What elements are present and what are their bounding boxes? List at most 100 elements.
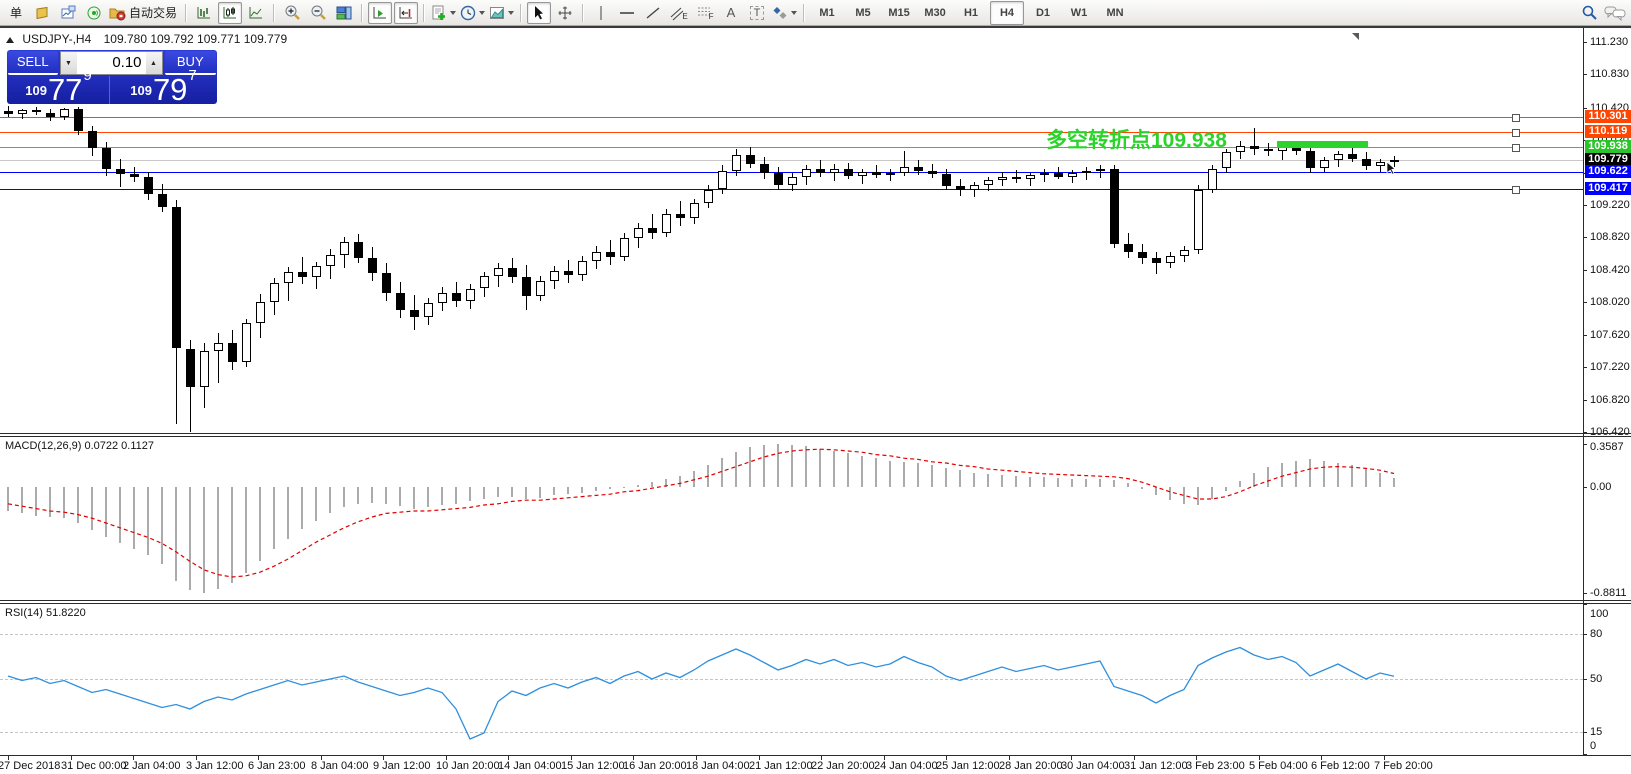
periods-dropdown-caret[interactable] [479,11,485,15]
notes-button[interactable] [30,2,54,24]
arrows-tool-button[interactable] [771,2,798,24]
indicators-dropdown-caret[interactable] [450,11,456,15]
tile-windows-button[interactable] [332,2,356,24]
sell-price[interactable]: 109 77 9 [8,76,110,104]
candle-body [956,186,965,190]
bar-chart-mode-button[interactable] [192,2,216,24]
templates-dropdown-caret[interactable] [508,11,514,15]
auto-scroll-button[interactable] [368,2,392,24]
price-level-line[interactable] [0,117,1583,118]
timeframe-h1-button[interactable]: H1 [954,1,988,25]
text-label-tool-button[interactable]: T [745,2,769,24]
text-tool-button[interactable]: A [719,2,743,24]
chart-shift-marker[interactable] [1352,33,1359,40]
line-handle[interactable] [1512,144,1520,152]
candle-body [1264,149,1273,151]
chat-button[interactable] [1603,2,1627,24]
equidistant-channel-tool-button[interactable]: E [667,2,691,24]
price-level-tag: 109.938 [1585,140,1631,153]
chart-annotation-text[interactable]: 多空转折点109.938 [1046,124,1227,154]
timeframe-m30-button[interactable]: M30 [918,1,952,25]
new-order-label: 单 [10,4,22,21]
macd-label: MACD(12,26,9) 0.0722 0.1127 [5,440,154,452]
candle-body [844,169,853,176]
timeframe-m1-button[interactable]: M1 [810,1,844,25]
time-tick-label: 6 Jan 23:00 [248,760,306,772]
toolbar-separator [361,4,363,22]
toolbar-separator [803,4,805,22]
candle-body [620,238,629,257]
new-order-button[interactable]: 单 [4,2,28,24]
highlight-rectangle[interactable] [1277,141,1368,148]
chart-shift-button[interactable] [394,2,418,24]
fibonacci-tool-button[interactable]: F [693,2,717,24]
timeframe-m15-button[interactable]: M15 [882,1,916,25]
horizontal-line-tool-button[interactable] [615,2,639,24]
price-level-line[interactable] [0,160,1583,161]
panel-separator[interactable] [0,433,1631,434]
timeframe-w1-button[interactable]: W1 [1062,1,1096,25]
rsi-line [0,604,1583,755]
volume-decrease-button[interactable]: ▼ [61,52,77,74]
volume-increase-button[interactable]: ▲ [146,52,162,74]
candle-body [1054,173,1063,177]
candle-body [312,266,321,277]
candle-body [102,148,111,169]
candle-body [1194,190,1203,250]
candle-body [984,180,993,185]
trendline-tool-button[interactable] [641,2,665,24]
timeframe-mn-button[interactable]: MN [1098,1,1132,25]
zoom-in-button[interactable] [280,2,304,24]
vertical-line-tool-button[interactable] [589,2,613,24]
timeframe-d1-button[interactable]: D1 [1026,1,1060,25]
time-tick-label: 14 Jan 04:00 [498,760,562,772]
candle-body [1236,146,1245,153]
candle-body [270,283,279,303]
time-tick-label: 25 Jan 12:00 [936,760,1000,772]
timeframe-h4-button[interactable]: H4 [990,1,1024,25]
cursor-tool-button[interactable] [527,2,551,24]
indicators-button[interactable] [430,2,457,24]
price-tick-label: 106.820 [1590,394,1630,406]
candle-body [662,214,671,234]
candle-body [200,351,209,387]
templates-button[interactable] [488,2,515,24]
macd-tick-label: 0.3587 [1590,441,1624,453]
candle-body [18,110,27,114]
line-handle[interactable] [1512,129,1520,137]
timeframe-m5-button[interactable]: M5 [846,1,880,25]
panel-separator[interactable] [0,436,1631,437]
panel-separator[interactable] [0,600,1631,601]
line-chart-mode-button[interactable] [244,2,268,24]
search-button[interactable] [1577,2,1601,24]
time-tick-label: 28 Jan 20:00 [999,760,1063,772]
candle-body [74,109,83,131]
candlestick-mode-button[interactable] [218,2,242,24]
candle-body [746,155,755,165]
price-tick-label: 108.020 [1590,296,1630,308]
trendline-icon [645,5,661,21]
line-handle[interactable] [1512,114,1520,122]
buy-price[interactable]: 109 79 7 [111,76,216,104]
candle-body [550,271,559,282]
sell-price-big: 77 [48,76,82,103]
add-indicator-icon [431,5,447,21]
line-handle[interactable] [1512,186,1520,194]
periods-button[interactable] [459,2,486,24]
collapse-arrow-icon[interactable] [6,37,14,43]
candle-body [480,276,489,288]
panel-separator[interactable] [0,603,1631,604]
signals-button[interactable] [82,2,106,24]
candle-body [186,349,195,387]
autotrade-button[interactable]: 自动交易 [108,2,180,24]
candle-body [606,252,615,257]
new-chart-button[interactable] [56,2,80,24]
zoom-out-button[interactable] [306,2,330,24]
time-tick [1071,756,1072,760]
arrows-dropdown-caret[interactable] [791,11,797,15]
candle-body [298,272,307,278]
crosshair-tool-button[interactable] [553,2,577,24]
time-tick [946,756,947,760]
time-tick-label: 24 Jan 04:00 [874,760,938,772]
price-level-line[interactable] [0,132,1583,133]
